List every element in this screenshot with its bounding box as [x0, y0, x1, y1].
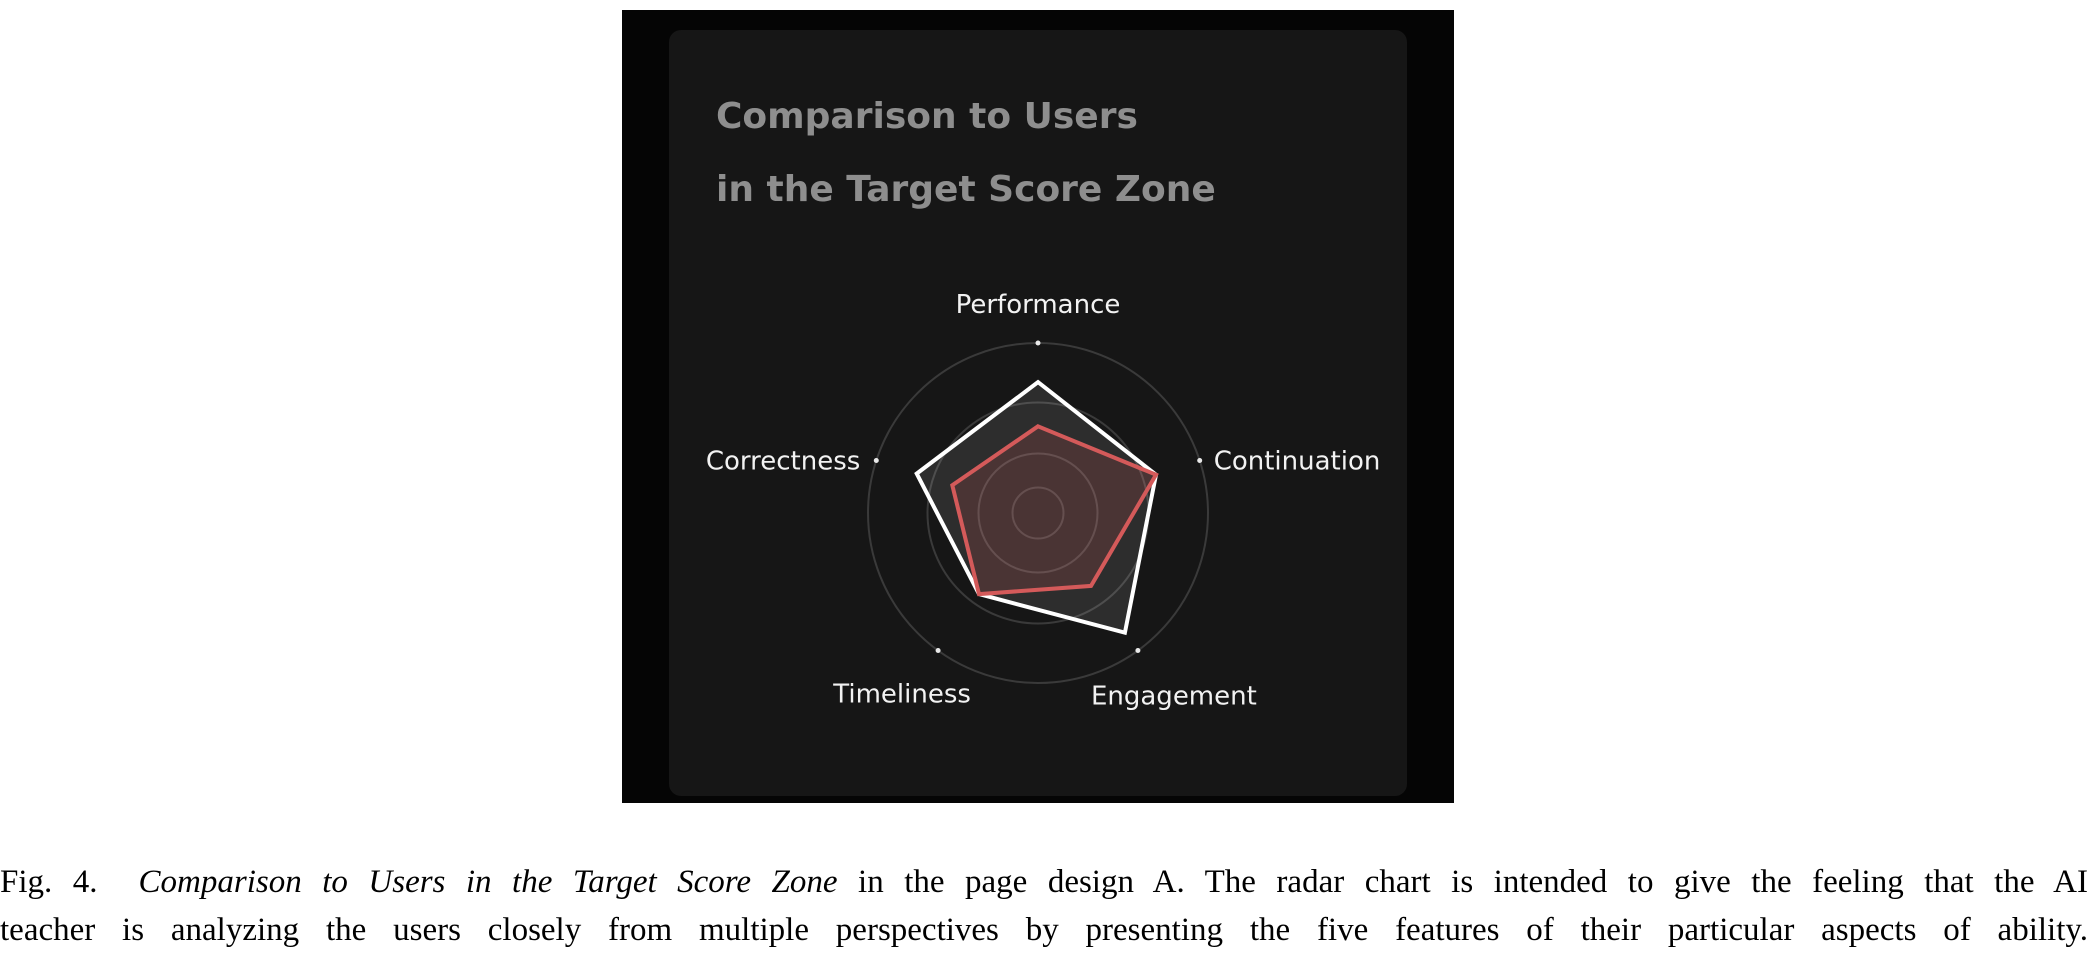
- axis-tick-dot-correctness: [873, 458, 879, 463]
- radar-chart: Performance Continuation Engagement Timelin…: [706, 290, 1381, 712]
- caption-line-2: teacher is analyzing the users closely f…: [0, 912, 2088, 948]
- axis-tick-dot-performance: [1035, 340, 1041, 346]
- caption-line-1-rest: in the page design A. The radar chart is…: [837, 864, 2088, 900]
- axis-label-engagement: Engagement: [1091, 682, 1257, 712]
- caption-line-1: Fig. 4. Comparison to Users in the Targe…: [0, 858, 2088, 906]
- caption-title: Comparison to Users in the Target Score …: [138, 864, 838, 900]
- axis-label-continuation: Continuation: [1214, 447, 1381, 477]
- figure-frame: Comparison to Users in the Target Score …: [622, 10, 1454, 803]
- caption-fig-label: Fig. 4.: [0, 864, 98, 900]
- axis-tick-dot-timeliness: [935, 648, 941, 653]
- comparison-card: Comparison to Users in the Target Score …: [669, 30, 1407, 796]
- axis-tick-dot-continuation: [1197, 458, 1203, 463]
- figure-caption: Fig. 4. Comparison to Users in the Targe…: [0, 858, 2088, 954]
- axis-label-timeliness: Timeliness: [832, 680, 971, 710]
- axis-tick-dot-engagement: [1135, 648, 1141, 653]
- axis-label-performance: Performance: [956, 290, 1121, 320]
- axis-label-correctness: Correctness: [706, 447, 860, 477]
